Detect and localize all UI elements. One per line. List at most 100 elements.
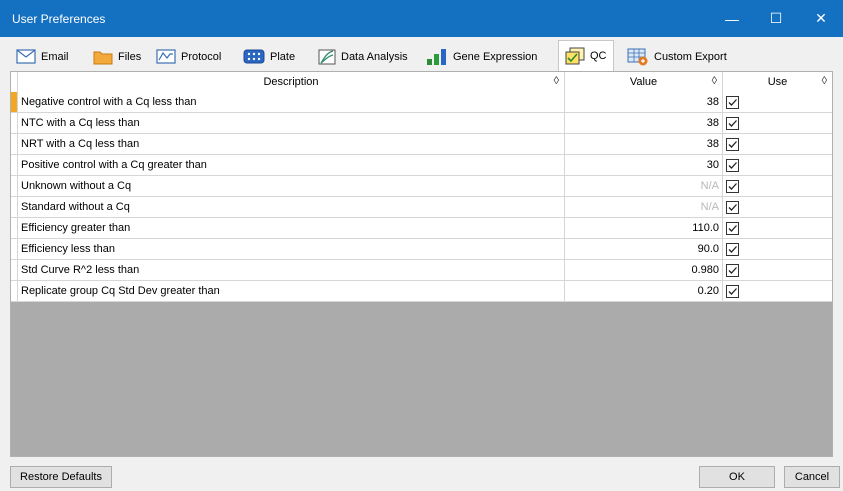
title-bar: User Preferences — ☐ ✕ <box>0 0 843 37</box>
column-header-use[interactable]: Use ◊ <box>723 72 832 92</box>
minimize-button[interactable]: — <box>710 0 754 37</box>
table-row[interactable]: NTC with a Cq less than 38 <box>11 113 832 134</box>
table-row[interactable]: Efficiency less than 90.0 <box>11 239 832 260</box>
tab-plate[interactable]: Plate <box>237 43 301 70</box>
row-selector[interactable] <box>11 113 18 134</box>
value-cell[interactable]: 90.0 <box>565 239 723 260</box>
column-header-description[interactable]: Description ◊ <box>18 72 565 92</box>
use-checkbox[interactable] <box>726 200 739 214</box>
table-row[interactable]: Efficiency greater than 110.0 <box>11 218 832 239</box>
tab-label: Custom Export <box>654 50 727 63</box>
sort-icon[interactable]: ◊ <box>822 75 827 87</box>
value-cell[interactable]: 110.0 <box>565 218 723 239</box>
tab-label: Files <box>118 50 142 63</box>
use-cell <box>723 113 832 134</box>
row-selector[interactable] <box>11 197 18 218</box>
table-row[interactable]: Replicate group Cq Std Dev greater than 0… <box>11 281 832 302</box>
row-selector[interactable] <box>11 260 18 281</box>
dialog-footer: Restore Defaults OK Cancel <box>0 457 843 491</box>
use-checkbox[interactable] <box>726 284 739 298</box>
value-cell[interactable]: N/A <box>565 176 723 197</box>
table-row[interactable]: Positive control with a Cq greater than 3… <box>11 155 832 176</box>
description-cell: NRT with a Cq less than <box>18 134 565 155</box>
maximize-button[interactable]: ☐ <box>754 0 798 37</box>
column-header-value[interactable]: Value ◊ <box>565 72 723 92</box>
table-row[interactable]: Std Curve R^2 less than 0.980 <box>11 260 832 281</box>
tab-protocol[interactable]: Protocol <box>150 43 227 70</box>
value-cell[interactable]: 0.20 <box>565 281 723 302</box>
value-cell[interactable]: 38 <box>565 134 723 155</box>
button-label: OK <box>729 471 745 483</box>
button-label: Cancel <box>794 471 830 483</box>
row-selector[interactable] <box>11 176 18 197</box>
use-checkbox[interactable] <box>726 116 739 130</box>
use-checkbox[interactable] <box>726 263 739 277</box>
tab-label: Protocol <box>181 50 222 63</box>
tab-label: Gene Expression <box>453 50 538 63</box>
value-cell[interactable]: 0.980 <box>565 260 723 281</box>
use-cell <box>723 218 832 239</box>
button-label: Restore Defaults <box>20 471 102 483</box>
use-checkbox[interactable] <box>726 137 739 151</box>
close-button[interactable]: ✕ <box>799 0 843 37</box>
tab-files[interactable]: Files <box>87 43 147 70</box>
use-cell <box>723 155 832 176</box>
cancel-button[interactable]: Cancel <box>784 466 840 488</box>
description-cell: Efficiency greater than <box>18 218 565 239</box>
envelope-icon <box>16 49 36 64</box>
use-cell <box>723 239 832 260</box>
use-checkbox[interactable] <box>726 95 739 109</box>
tab-custom-export[interactable]: Custom Export <box>621 43 733 70</box>
table-row[interactable]: Standard without a Cq N/A <box>11 197 832 218</box>
tab-label: Data Analysis <box>341 50 408 63</box>
value-cell[interactable]: 30 <box>565 155 723 176</box>
use-cell <box>723 281 832 302</box>
row-selector[interactable] <box>11 134 18 155</box>
use-cell <box>723 260 832 281</box>
qc-checklist-icon <box>565 47 585 65</box>
use-checkbox[interactable] <box>726 242 739 256</box>
row-selector[interactable] <box>11 218 18 239</box>
column-header-label: Description <box>263 76 319 88</box>
row-header-corner <box>11 72 18 92</box>
row-selector[interactable] <box>11 239 18 260</box>
description-cell: Standard without a Cq <box>18 197 565 218</box>
description-cell: Replicate group Cq Std Dev greater than <box>18 281 565 302</box>
restore-defaults-button[interactable]: Restore Defaults <box>10 466 112 488</box>
table-row[interactable]: Unknown without a Cq N/A <box>11 176 832 197</box>
description-cell: Negative control with a Cq less than <box>18 92 565 113</box>
qc-settings-grid: Description ◊ Value ◊ Use ◊ Negative con… <box>10 71 833 457</box>
description-cell: Std Curve R^2 less than <box>18 260 565 281</box>
use-cell <box>723 176 832 197</box>
tab-label: Email <box>41 50 69 63</box>
table-row[interactable]: Negative control with a Cq less than 38 <box>11 92 832 113</box>
row-selector[interactable] <box>11 92 18 113</box>
export-table-icon <box>627 48 649 66</box>
folder-icon <box>93 49 113 65</box>
row-selector[interactable] <box>11 155 18 176</box>
sort-icon[interactable]: ◊ <box>554 75 559 87</box>
tab-qc[interactable]: QC <box>558 40 614 71</box>
column-header-label: Value <box>629 76 658 88</box>
tab-label: QC <box>590 50 607 62</box>
description-cell: Unknown without a Cq <box>18 176 565 197</box>
value-cell[interactable]: N/A <box>565 197 723 218</box>
use-cell <box>723 92 832 113</box>
plate-grid-icon <box>243 49 265 64</box>
ok-button[interactable]: OK <box>699 466 775 488</box>
table-row[interactable]: NRT with a Cq less than 38 <box>11 134 832 155</box>
value-cell[interactable]: 38 <box>565 113 723 134</box>
column-header-label: Use <box>767 76 788 88</box>
sort-icon[interactable]: ◊ <box>712 75 717 87</box>
tab-gene-expression[interactable]: Gene Expression <box>420 43 543 70</box>
row-selector[interactable] <box>11 281 18 302</box>
use-checkbox[interactable] <box>726 221 739 235</box>
tab-email[interactable]: Email <box>10 43 75 70</box>
tab-data-analysis[interactable]: Data Analysis <box>312 43 414 70</box>
use-cell <box>723 134 832 155</box>
data-analysis-icon <box>318 49 336 65</box>
value-cell[interactable]: 38 <box>565 92 723 113</box>
tab-strip: Email Files Protocol Plate Data Analysis… <box>0 37 843 71</box>
use-checkbox[interactable] <box>726 158 739 172</box>
use-checkbox[interactable] <box>726 179 739 193</box>
